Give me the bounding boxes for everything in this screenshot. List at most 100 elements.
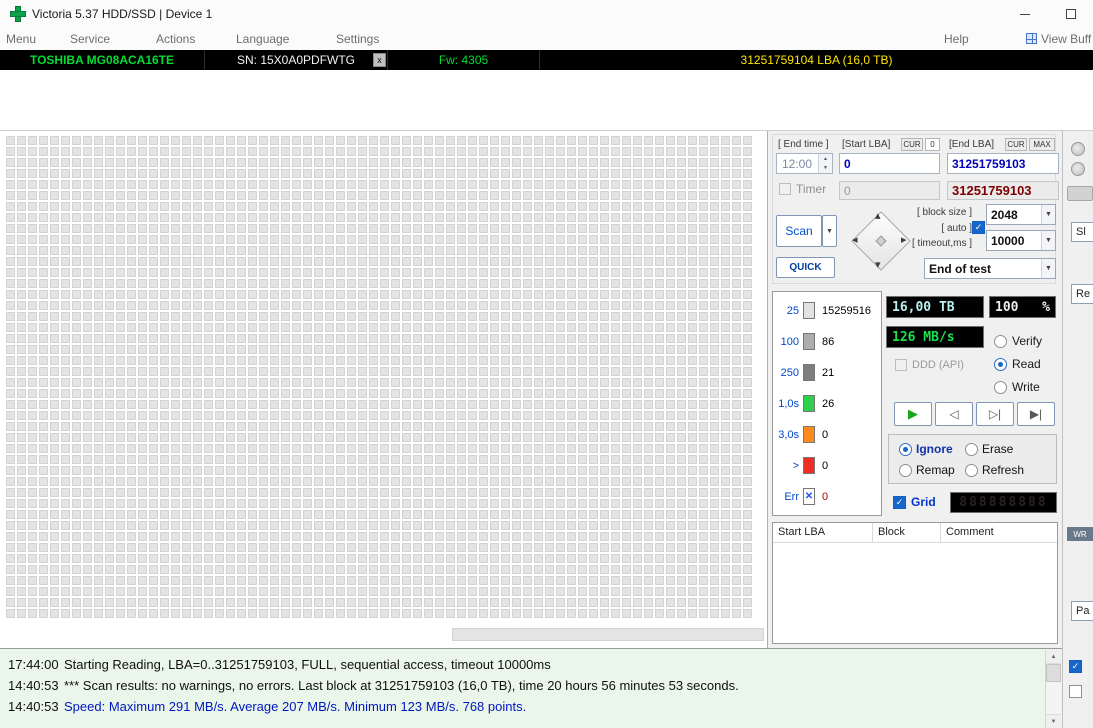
side-button-re[interactable]: Re xyxy=(1071,284,1093,304)
horizontal-scrollbar-thumb[interactable] xyxy=(452,628,764,641)
spin-up-icon[interactable]: ▲ xyxy=(819,154,832,164)
scroll-down-icon[interactable]: ▼ xyxy=(1046,714,1061,728)
column-start-lba[interactable]: Start LBA xyxy=(773,523,873,542)
scan-block xyxy=(380,367,389,376)
log-scrollbar-thumb[interactable] xyxy=(1046,664,1061,682)
chevron-down-icon[interactable]: ▼ xyxy=(1041,259,1055,278)
scroll-up-icon[interactable]: ▲ xyxy=(1046,650,1061,664)
scan-block xyxy=(545,587,554,596)
dpad-down-icon[interactable]: ▾ xyxy=(875,260,881,271)
scan-block xyxy=(501,224,510,233)
scan-block xyxy=(721,477,730,486)
end-of-test-combo[interactable]: End of test ▼ xyxy=(924,258,1056,279)
scan-block xyxy=(226,158,235,167)
scan-block xyxy=(281,433,290,442)
scan-block xyxy=(732,191,741,200)
action-ignore-row[interactable]: Ignore xyxy=(899,442,953,456)
scan-block xyxy=(325,213,334,222)
timer-input[interactable]: 0 xyxy=(839,181,940,200)
side-gray-button[interactable] xyxy=(1067,186,1093,201)
scan-block xyxy=(644,543,653,552)
menu-item-settings[interactable]: Settings xyxy=(336,32,379,46)
scan-block xyxy=(204,411,213,420)
chevron-down-icon[interactable]: ▼ xyxy=(1041,231,1055,250)
end-time-spinner[interactable]: 12:00 ▲ ▼ xyxy=(776,153,833,174)
remap-radio[interactable] xyxy=(899,463,912,477)
column-block[interactable]: Block xyxy=(873,523,941,542)
end-max-button[interactable]: MAX xyxy=(1029,138,1055,151)
scan-block xyxy=(721,279,730,288)
close-device-button[interactable]: x xyxy=(373,53,386,67)
read-radio[interactable] xyxy=(994,357,1007,371)
dpad-left-icon[interactable]: ◂ xyxy=(852,235,858,246)
scan-block xyxy=(402,191,411,200)
scan-block xyxy=(17,169,26,178)
end-lba-input[interactable]: 31251759103 xyxy=(947,153,1059,174)
scan-block xyxy=(270,477,279,486)
scan-block xyxy=(116,598,125,607)
grid-checkbox[interactable]: ✓ xyxy=(893,496,906,509)
scan-block xyxy=(138,279,147,288)
block-size-combo[interactable]: 2048 ▼ xyxy=(986,204,1056,225)
timer-checkbox[interactable] xyxy=(779,183,791,195)
mode-write-row[interactable]: Write xyxy=(994,380,1040,394)
scan-block xyxy=(270,389,279,398)
corner-checkbox-checked[interactable]: ✓ xyxy=(1069,660,1082,673)
erase-radio[interactable] xyxy=(965,442,978,456)
scan-block xyxy=(325,587,334,596)
spin-down-icon[interactable]: ▼ xyxy=(819,163,832,173)
defect-table[interactable]: Start LBA Block Comment xyxy=(772,522,1058,644)
ddd-api-checkbox[interactable] xyxy=(895,359,907,371)
scan-button[interactable]: Scan xyxy=(776,215,822,247)
scan-block xyxy=(732,367,741,376)
column-comment[interactable]: Comment xyxy=(941,523,1057,542)
menu-item-service[interactable]: Service xyxy=(70,32,110,46)
scan-block xyxy=(644,444,653,453)
write-radio[interactable] xyxy=(994,380,1007,394)
start-lba-input[interactable]: 0 xyxy=(839,153,940,174)
scan-block xyxy=(501,587,510,596)
corner-checkbox-unchecked[interactable] xyxy=(1069,685,1082,698)
ignore-radio[interactable] xyxy=(899,442,912,456)
dpad-up-icon[interactable]: ▴ xyxy=(875,211,881,222)
action-erase-row[interactable]: Erase xyxy=(965,442,1013,456)
end-time-spin-buttons[interactable]: ▲ ▼ xyxy=(818,154,832,173)
timeout-combo[interactable]: 10000 ▼ xyxy=(986,230,1056,251)
menu-item-menu[interactable]: Menu xyxy=(6,32,36,46)
menu-item-help[interactable]: Help xyxy=(944,32,969,46)
to-end-button[interactable]: ▶| xyxy=(1017,402,1055,426)
step-forward-button[interactable]: ▷| xyxy=(976,402,1014,426)
refresh-radio[interactable] xyxy=(965,463,978,477)
mode-read-row[interactable]: Read xyxy=(994,357,1041,371)
scan-block xyxy=(39,433,48,442)
scan-block xyxy=(369,510,378,519)
side-button-pa[interactable]: Pa xyxy=(1071,601,1093,621)
menu-item-language[interactable]: Language xyxy=(236,32,289,46)
scan-block xyxy=(556,598,565,607)
scan-block xyxy=(666,323,675,332)
maximize-button[interactable] xyxy=(1048,0,1093,28)
end-cur-button[interactable]: CUR xyxy=(1005,138,1027,151)
scan-block xyxy=(259,235,268,244)
log-scrollbar[interactable]: ▲ ▼ xyxy=(1045,650,1061,728)
start-cur-button[interactable]: CUR xyxy=(901,138,923,151)
chevron-down-icon[interactable]: ▼ xyxy=(1041,205,1055,224)
scan-dropdown-button[interactable]: ▼ xyxy=(822,215,837,247)
auto-checkbox[interactable]: ✓ xyxy=(972,221,985,234)
mode-verify-row[interactable]: Verify xyxy=(994,334,1042,348)
side-button-sl[interactable]: Sl xyxy=(1071,222,1093,242)
start-test-button[interactable]: ▶ xyxy=(894,402,932,426)
step-back-button[interactable]: ◁ xyxy=(935,402,973,426)
direction-pad[interactable]: ▴ ▾ ◂ ▸ xyxy=(850,210,912,272)
scan-block xyxy=(512,411,521,420)
view-buffer-button[interactable]: View Buff xyxy=(1041,32,1091,46)
quick-button[interactable]: QUICK xyxy=(776,257,835,278)
verify-radio[interactable] xyxy=(994,334,1007,348)
scan-block xyxy=(127,158,136,167)
scan-block xyxy=(314,312,323,321)
scan-block xyxy=(435,455,444,464)
action-refresh-row[interactable]: Refresh xyxy=(965,463,1024,477)
menu-item-actions[interactable]: Actions xyxy=(156,32,195,46)
minimize-button[interactable] xyxy=(1002,0,1048,28)
action-remap-row[interactable]: Remap xyxy=(899,463,955,477)
